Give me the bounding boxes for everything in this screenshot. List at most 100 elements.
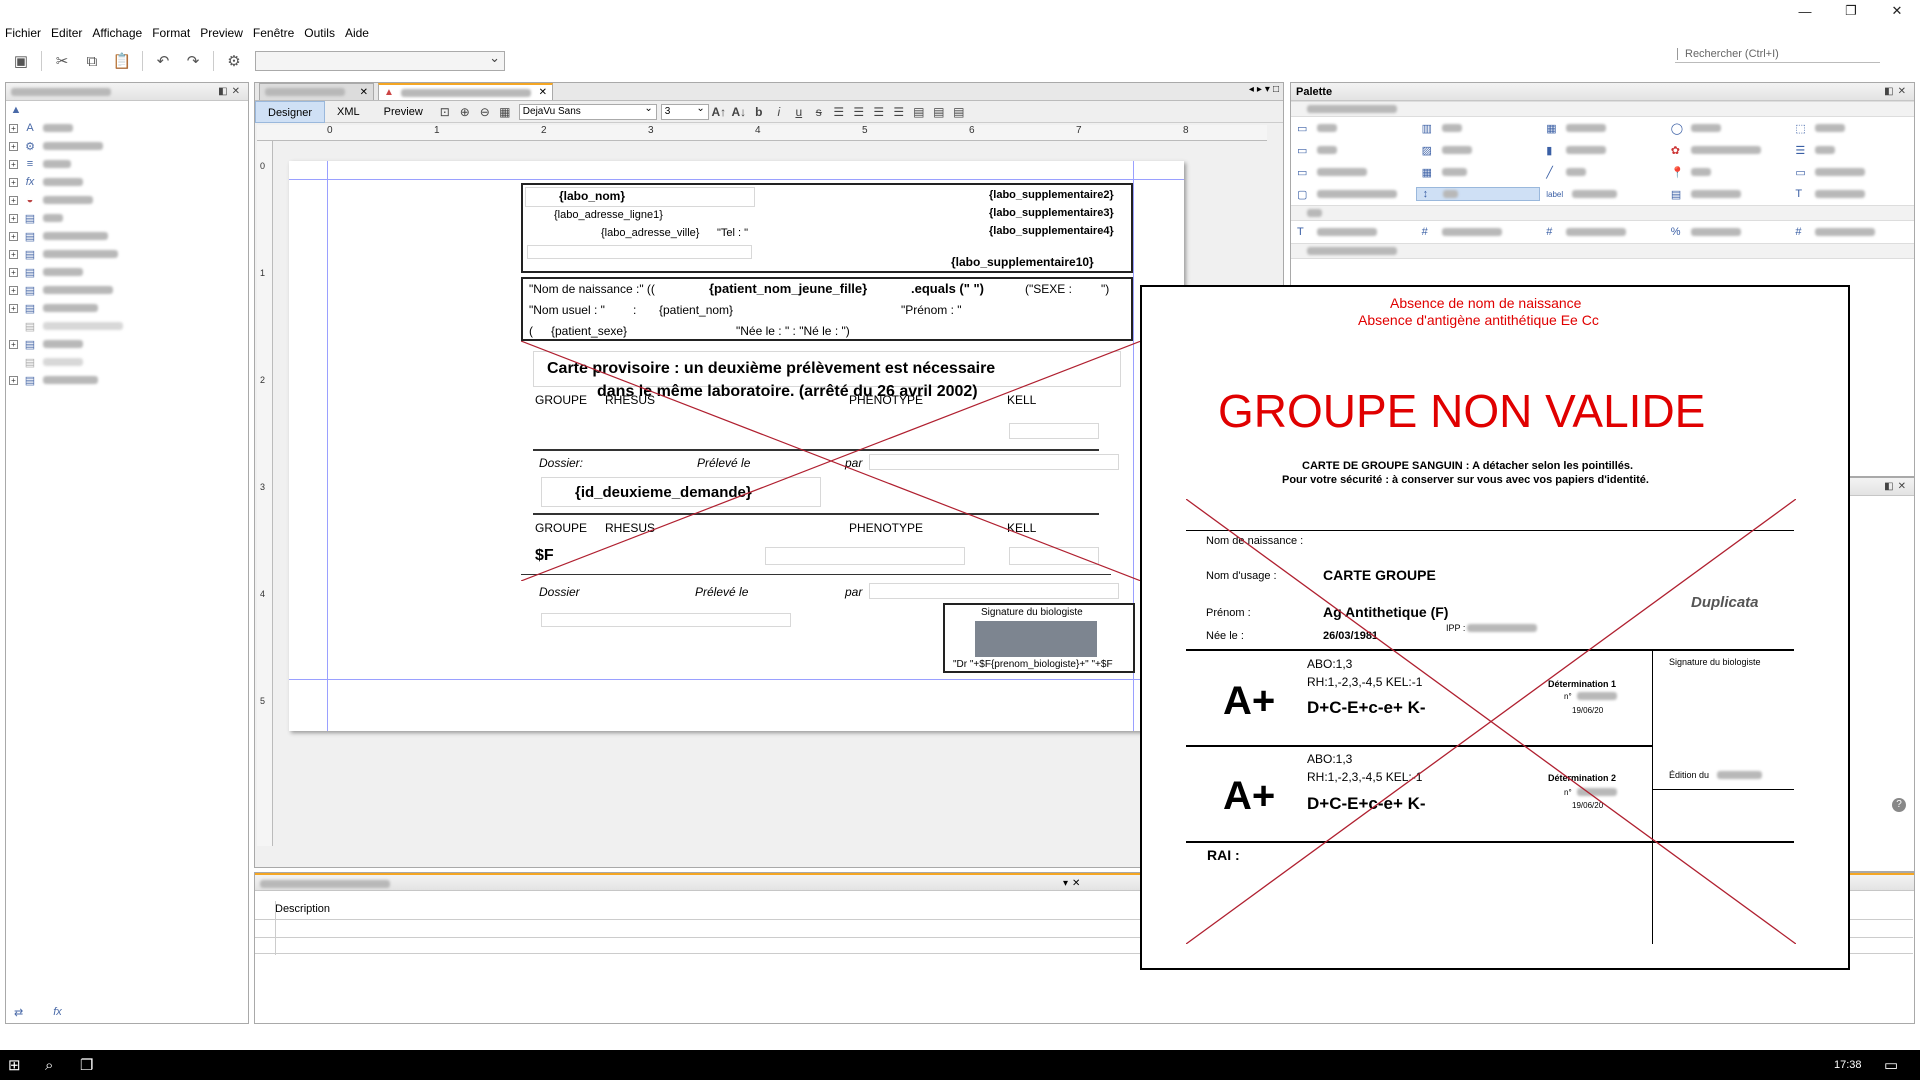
palette-item[interactable]: ◯ xyxy=(1665,122,1790,135)
expand-icon[interactable]: + xyxy=(9,123,18,133)
signature-biologiste-label[interactable]: Signature du biologiste xyxy=(981,607,1083,618)
par2-label[interactable]: par xyxy=(845,585,862,599)
panel-controls-icon[interactable]: ▾✕ xyxy=(1063,875,1084,893)
palette-item[interactable]: # xyxy=(1540,226,1665,238)
tree-item[interactable]: + ▤ xyxy=(6,227,248,245)
expand-icon[interactable]: + xyxy=(9,159,18,169)
palette-item[interactable]: ☰ xyxy=(1789,144,1914,157)
palette-item[interactable]: ▦ xyxy=(1416,166,1541,179)
dossier2-label[interactable]: Dossier xyxy=(539,585,580,599)
signature-image[interactable] xyxy=(975,621,1097,657)
tree-item[interactable]: ▤ xyxy=(6,353,248,371)
tree-item[interactable]: + ▤ xyxy=(6,371,248,389)
tree-item[interactable]: + A xyxy=(6,119,248,137)
panel-controls-icon[interactable]: ◧✕ xyxy=(1884,83,1910,101)
palette-section[interactable] xyxy=(1291,205,1914,221)
tree-item[interactable]: + ▤ xyxy=(6,209,248,227)
expand-icon[interactable]: + xyxy=(9,375,18,385)
expand-icon[interactable]: + xyxy=(9,213,18,223)
copy-icon[interactable]: ⧉ xyxy=(79,49,105,73)
menu-outils[interactable]: Outils xyxy=(299,22,340,44)
expand-icon[interactable]: + xyxy=(9,141,18,151)
task-view-icon[interactable]: ❐ xyxy=(80,1050,93,1080)
nom-naissance-label[interactable]: "Nom de naissance :" (( xyxy=(529,282,655,296)
align-top-icon[interactable]: ▤ xyxy=(909,103,929,121)
nee-le-expression[interactable]: "Née le : " : "Né le : ") xyxy=(736,324,850,338)
toolbar-combo[interactable] xyxy=(255,50,505,71)
prenom-label[interactable]: "Prénom : " xyxy=(901,303,962,317)
labo-adresse-ville-field[interactable]: {labo_adresse_ville} xyxy=(601,227,699,239)
maximize-icon[interactable]: □ xyxy=(1273,84,1279,95)
palette-item[interactable]: % xyxy=(1665,226,1790,238)
panel-controls-icon[interactable]: ◧✕ xyxy=(218,83,244,101)
menu-aide[interactable]: Aide xyxy=(340,22,374,44)
expand-icon[interactable]: + xyxy=(9,303,18,313)
windows-start-icon[interactable]: ⊞ xyxy=(8,1050,21,1080)
close-window-icon[interactable]: ✕ xyxy=(1874,0,1920,22)
align-left-icon[interactable]: ☰ xyxy=(829,103,849,121)
tree-item[interactable]: + ◒ xyxy=(6,191,248,209)
palette-item[interactable]: ▭ xyxy=(1291,122,1416,135)
nom-usuel-label[interactable]: "Nom usuel : " xyxy=(529,303,605,317)
labo-adresse-ligne1-field[interactable]: {labo_adresse_ligne1} xyxy=(554,209,663,221)
dr-biologiste-field[interactable]: "Dr "+$F{prenom_biologiste}+" "+$F xyxy=(953,659,1113,670)
palette-item[interactable]: # xyxy=(1789,226,1914,238)
tab-designer[interactable]: Designer xyxy=(255,100,326,123)
strikethrough-icon[interactable]: s xyxy=(809,103,829,121)
labo-sup4-field[interactable]: {labo_supplementaire4} xyxy=(989,225,1114,237)
increase-font-icon[interactable]: A↑ xyxy=(709,103,729,121)
tab-preview[interactable]: Preview xyxy=(372,101,435,123)
search-icon[interactable]: ⌕ xyxy=(45,1050,53,1080)
redo-icon[interactable]: ↷ xyxy=(180,49,206,73)
palette-item[interactable]: ▭ xyxy=(1291,144,1416,157)
tab-list-icon[interactable]: ▾ xyxy=(1265,84,1270,95)
close-tab-icon[interactable]: ✕ xyxy=(539,87,547,98)
align-bottom-icon[interactable]: ▤ xyxy=(949,103,969,121)
tab-xml[interactable]: XML xyxy=(325,101,372,123)
menu-preview[interactable]: Preview xyxy=(195,22,248,44)
report-tree-icon[interactable]: ⇄ xyxy=(14,1006,23,1019)
align-center-icon[interactable]: ☰ xyxy=(849,103,869,121)
align-right-icon[interactable]: ☰ xyxy=(869,103,889,121)
palette-item-selected[interactable]: ↕ xyxy=(1415,187,1541,201)
expression-icon[interactable]: fx xyxy=(53,1006,62,1019)
expand-icon[interactable]: + xyxy=(9,195,18,205)
menu-format[interactable]: Format xyxy=(147,22,195,44)
decrease-font-icon[interactable]: A↓ xyxy=(729,103,749,121)
font-size-select[interactable]: 3 xyxy=(660,102,709,120)
palette-item[interactable]: label xyxy=(1540,190,1665,199)
palette-item[interactable]: T xyxy=(1291,226,1416,238)
underline-icon[interactable]: u xyxy=(789,103,809,121)
document-tab-active[interactable]: ▲ ✕ xyxy=(378,83,553,100)
palette-item[interactable]: ▥ xyxy=(1416,122,1541,135)
labo-sup2-field[interactable]: {labo_supplementaire2} xyxy=(989,189,1114,201)
cut-icon[interactable]: ✂ xyxy=(49,49,75,73)
align-middle-icon[interactable]: ▤ xyxy=(929,103,949,121)
palette-item[interactable]: ╱ xyxy=(1540,166,1665,179)
palette-section[interactable] xyxy=(1291,243,1914,259)
patient-nom-field[interactable]: {patient_nom} xyxy=(659,303,733,317)
expand-icon[interactable]: + xyxy=(9,177,18,187)
tree-item[interactable]: + ▤ xyxy=(6,335,248,353)
palette-item[interactable]: T xyxy=(1789,188,1914,200)
zoom-in-icon[interactable]: ⊕ xyxy=(455,103,475,121)
menu-fenetre[interactable]: Fenêtre xyxy=(248,22,299,44)
save-all-icon[interactable]: ▣ xyxy=(8,49,34,73)
palette-item[interactable]: ▦ xyxy=(1540,122,1665,135)
menu-affichage[interactable]: Affichage xyxy=(87,22,147,44)
font-name-select[interactable]: DejaVu Sans xyxy=(518,102,657,120)
search-input[interactable]: Rechercher (Ctrl+I) xyxy=(1675,45,1880,63)
minimize-icon[interactable]: — xyxy=(1782,0,1828,22)
tab-right-icon[interactable]: ▸ xyxy=(1257,84,1262,95)
tree-item[interactable]: + ▤ xyxy=(6,281,248,299)
tree-item[interactable]: + ▤ xyxy=(6,245,248,263)
zoom-out-icon[interactable]: ⊖ xyxy=(475,103,495,121)
tree-item[interactable]: + ⚙ xyxy=(6,137,248,155)
patient-sexe-field[interactable]: {patient_sexe} xyxy=(551,324,627,338)
palette-item[interactable]: ▭ xyxy=(1291,166,1416,179)
tree-item[interactable]: + ≡ xyxy=(6,155,248,173)
undo-icon[interactable]: ↶ xyxy=(150,49,176,73)
tel-field[interactable]: "Tel : " xyxy=(717,227,748,239)
report-page[interactable]: {labo_nom} {labo_adresse_ligne1} {labo_a… xyxy=(289,161,1184,731)
palette-item[interactable]: ⬚ xyxy=(1789,122,1914,135)
